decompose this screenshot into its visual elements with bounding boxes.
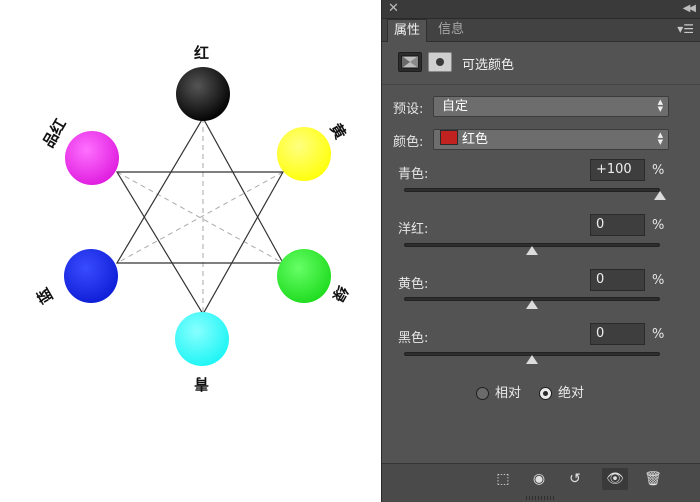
tab-properties[interactable]: 属性 bbox=[387, 19, 428, 42]
radio-relative[interactable]: 相对 bbox=[476, 386, 521, 402]
preset-dropdown[interactable]: 自定 ▲ ▼ bbox=[433, 96, 669, 117]
percent-unit: % bbox=[652, 163, 665, 178]
yellow-value-input[interactable]: 0 bbox=[590, 269, 645, 291]
radio-relative-dot[interactable] bbox=[476, 387, 489, 400]
panel-titlebar: ✕ ◀◀ bbox=[382, 0, 700, 19]
radio-relative-label: 相对 bbox=[495, 386, 522, 401]
preset-value: 自定 bbox=[442, 99, 469, 114]
red-swatch-icon bbox=[440, 130, 458, 145]
percent-unit: % bbox=[652, 273, 665, 288]
properties-panel: ✕ ◀◀ 属性 信息 ▾☰ 可选颜色 预设: 自定 ▲ ▼ 颜色: 红色 ▲ ▼ 青… bbox=[381, 0, 700, 502]
dropdown-arrows-icon: ▲ ▼ bbox=[657, 131, 663, 146]
cyan-slider-track[interactable] bbox=[404, 188, 660, 192]
radio-absolute-dot[interactable] bbox=[539, 387, 552, 400]
adjustment-header: 可选颜色 bbox=[382, 42, 700, 85]
red-circle bbox=[176, 67, 230, 121]
percent-unit: % bbox=[652, 327, 665, 342]
color-wheel-diagram: 红 黄 绿 青 蓝 品红 bbox=[0, 0, 380, 502]
black-value-input[interactable]: 0 bbox=[590, 323, 645, 345]
colors-label: 颜色: bbox=[393, 135, 424, 150]
radio-absolute-label: 绝对 bbox=[558, 386, 585, 401]
slider-label: 洋红: bbox=[398, 222, 429, 237]
selective-color-icon bbox=[401, 55, 419, 69]
yellow-slider-thumb[interactable] bbox=[526, 300, 538, 309]
yellow-circle bbox=[277, 127, 331, 181]
percent-unit: % bbox=[652, 218, 665, 233]
tab-info[interactable]: 信息 bbox=[432, 19, 470, 41]
magenta-value-input[interactable]: 0 bbox=[590, 214, 645, 236]
resize-grip[interactable] bbox=[526, 496, 556, 500]
adjustment-layer-icon[interactable] bbox=[398, 52, 422, 72]
dropdown-arrows-icon: ▲ ▼ bbox=[657, 98, 663, 113]
preset-label: 预设: bbox=[393, 102, 424, 117]
label-red: 红 bbox=[194, 44, 210, 62]
panel-menu-icon[interactable]: ▾☰ bbox=[677, 21, 694, 37]
view-previous-state-icon[interactable]: ◉ bbox=[526, 468, 552, 490]
magenta-circle bbox=[65, 131, 119, 185]
star-lines bbox=[115, 116, 285, 316]
slider-label: 青色: bbox=[398, 167, 429, 182]
cyan-value-input[interactable]: +100 bbox=[590, 159, 645, 181]
slider-label: 黑色: bbox=[398, 331, 429, 346]
panel-tabbar: 属性 信息 ▾☰ bbox=[382, 19, 700, 42]
adjustment-title: 可选颜色 bbox=[462, 58, 515, 73]
black-slider-thumb[interactable] bbox=[526, 355, 538, 364]
cyan-slider-thumb[interactable] bbox=[654, 191, 666, 200]
magenta-slider-thumb[interactable] bbox=[526, 246, 538, 255]
blue-circle bbox=[64, 249, 118, 303]
panel-bottombar: ⬚ ◉ ↺ 👁 🗑 bbox=[382, 463, 700, 502]
collapse-icon[interactable]: ◀◀ bbox=[683, 1, 696, 17]
green-circle bbox=[277, 249, 331, 303]
radio-absolute[interactable]: 绝对 bbox=[539, 386, 584, 402]
cyan-circle bbox=[175, 312, 229, 366]
visibility-eye-icon[interactable]: 👁 bbox=[602, 468, 628, 490]
close-icon[interactable]: ✕ bbox=[388, 1, 399, 17]
trash-icon[interactable]: 🗑 bbox=[640, 468, 666, 490]
slider-label: 黄色: bbox=[398, 277, 429, 292]
colors-dropdown[interactable]: 红色 ▲ ▼ bbox=[433, 129, 669, 150]
label-cyan: 青 bbox=[194, 375, 210, 393]
layer-mask-icon[interactable] bbox=[428, 52, 452, 72]
reset-icon[interactable]: ↺ bbox=[562, 468, 588, 490]
colors-value: 红色 bbox=[462, 132, 489, 147]
color-wheel-svg bbox=[64, 67, 331, 366]
clip-to-layer-icon[interactable]: ⬚ bbox=[490, 468, 516, 490]
